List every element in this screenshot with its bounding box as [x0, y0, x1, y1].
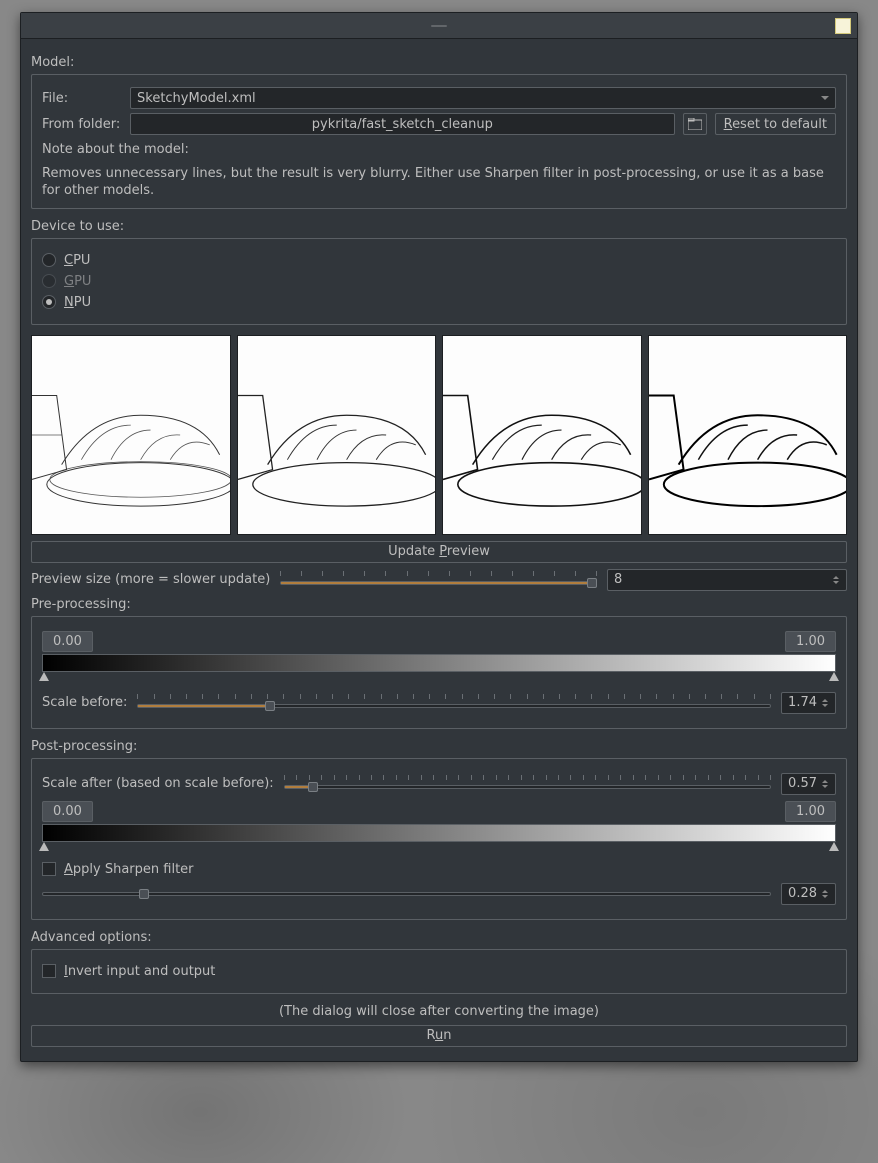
preview-thumbnail-3: [442, 335, 642, 535]
pre-levels[interactable]: 0.00 1.00: [42, 631, 836, 682]
post-level-max[interactable]: 1.00: [785, 801, 836, 822]
scale-before-spinbox[interactable]: 1.74: [781, 692, 836, 714]
scale-before-value: 1.74: [788, 695, 817, 710]
pre-level-max[interactable]: 1.00: [785, 631, 836, 652]
run-button[interactable]: Run: [31, 1025, 847, 1047]
browse-folder-button[interactable]: [683, 113, 707, 135]
pre-group: 0.00 1.00 Scale before: 1.74: [31, 616, 847, 729]
model-group: File: SketchyModel.xml From folder: pykr…: [31, 74, 847, 209]
post-section-label: Post-processing:: [31, 739, 847, 754]
preview-size-slider[interactable]: [280, 571, 597, 589]
invert-checkbox[interactable]: Invert input and output: [42, 964, 836, 979]
triangle-handle-icon[interactable]: [39, 672, 49, 681]
advanced-group: Invert input and output: [31, 949, 847, 994]
gradient-bar: [42, 824, 836, 842]
device-section-label: Device to use:: [31, 219, 847, 234]
footer-info: (The dialog will close after converting …: [31, 1004, 847, 1019]
titlebar: [21, 13, 857, 39]
radio-npu[interactable]: NPU: [42, 295, 836, 310]
triangle-handle-icon[interactable]: [829, 842, 839, 851]
scale-after-value: 0.57: [788, 776, 817, 791]
preview-size-spinbox[interactable]: 8: [607, 569, 847, 591]
reset-default-button[interactable]: Reset to default: [715, 113, 836, 135]
preview-thumbnail-1: [31, 335, 231, 535]
scale-after-spinbox[interactable]: 0.57: [781, 773, 836, 795]
post-level-min[interactable]: 0.00: [42, 801, 93, 822]
post-levels[interactable]: 0.00 1.00: [42, 801, 836, 852]
advanced-section-label: Advanced options:: [31, 930, 847, 945]
close-icon[interactable]: [835, 18, 851, 34]
radio-icon: [42, 253, 56, 267]
preview-row: [31, 335, 847, 535]
triangle-handle-icon[interactable]: [829, 672, 839, 681]
gradient-bar: [42, 654, 836, 672]
model-file-combo[interactable]: SketchyModel.xml: [130, 87, 836, 109]
reset-label-rest: eset to default: [732, 117, 827, 132]
chevron-down-icon: [821, 96, 829, 100]
window-title: [431, 25, 447, 27]
radio-icon: [42, 274, 56, 288]
note-label: Note about the model:: [42, 141, 836, 159]
folder-input[interactable]: pykrita/fast_sketch_cleanup: [130, 113, 675, 135]
sharpen-amount-spinbox[interactable]: 0.28: [781, 883, 836, 905]
pre-section-label: Pre-processing:: [31, 597, 847, 612]
scale-after-slider[interactable]: [284, 775, 771, 793]
model-file-value: SketchyModel.xml: [137, 91, 256, 106]
triangle-handle-icon[interactable]: [39, 842, 49, 851]
preview-thumbnail-2: [237, 335, 437, 535]
level-handles[interactable]: [42, 672, 836, 682]
checkbox-icon: [42, 964, 56, 978]
apply-sharpen-checkbox[interactable]: Apply Sharpen filter: [42, 862, 836, 877]
sharpen-amount-value: 0.28: [788, 886, 817, 901]
preview-thumbnail-4: [648, 335, 848, 535]
checkbox-icon: [42, 862, 56, 876]
model-section-label: Model:: [31, 55, 847, 70]
note-text: Removes unnecessary lines, but the resul…: [42, 165, 836, 200]
pre-level-min[interactable]: 0.00: [42, 631, 93, 652]
post-group: Scale after (based on scale before): 0.5…: [31, 758, 847, 920]
preview-size-value: 8: [614, 572, 622, 587]
preview-size-label: Preview size (more = slower update): [31, 572, 270, 587]
level-handles[interactable]: [42, 842, 836, 852]
scale-after-label: Scale after (based on scale before):: [42, 776, 274, 791]
scale-before-label: Scale before:: [42, 695, 127, 710]
folder-value: pykrita/fast_sketch_cleanup: [312, 117, 493, 132]
device-group: CPU GPU NPU: [31, 238, 847, 325]
sharpen-amount-slider[interactable]: [42, 889, 771, 899]
dialog-window: Model: File: SketchyModel.xml From folde…: [20, 12, 858, 1062]
radio-gpu[interactable]: GPU: [42, 274, 836, 289]
folder-label: From folder:: [42, 117, 122, 132]
file-label: File:: [42, 91, 122, 106]
radio-cpu[interactable]: CPU: [42, 253, 836, 268]
scale-before-slider[interactable]: [137, 694, 771, 712]
update-preview-button[interactable]: Update Preview: [31, 541, 847, 563]
radio-icon: [42, 295, 56, 309]
folder-icon: [688, 118, 702, 130]
